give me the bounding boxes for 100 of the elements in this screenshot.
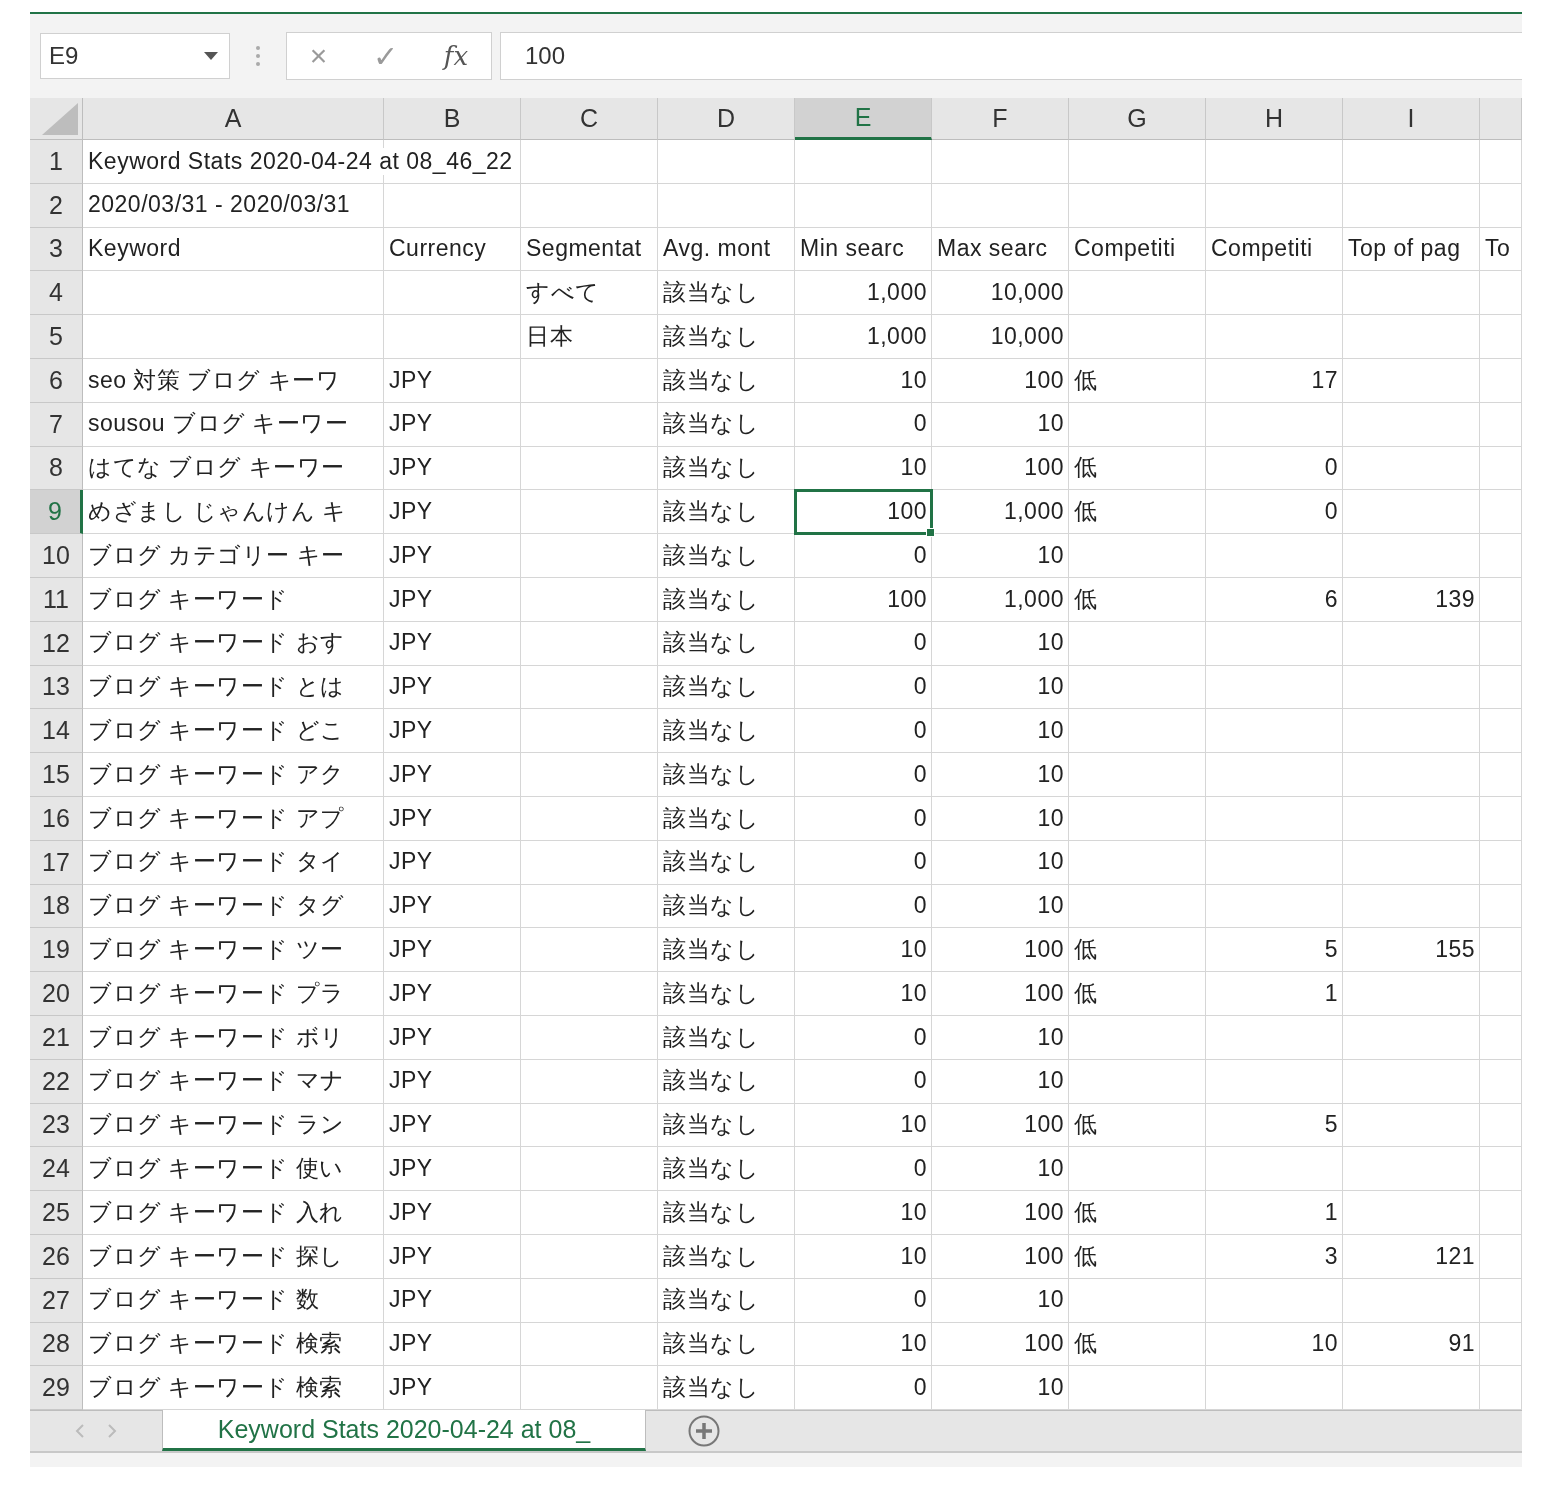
table-cell: 10 [795,1103,932,1148]
table-cell: 6 [1206,577,1343,622]
row-header[interactable]: 24 [30,1147,83,1192]
table-cell [1480,1147,1522,1192]
column-header[interactable]: G [1069,98,1206,140]
table-cell: 低 [1069,577,1206,622]
table-cell: 該当なし [658,1015,795,1060]
table-cell: 10 [795,972,932,1016]
table-cell: 0 [795,1015,932,1060]
drag-handle-icon[interactable] [254,45,262,67]
next-sheet-icon[interactable] [107,1423,117,1440]
row-header[interactable]: 22 [30,1059,83,1104]
row-header[interactable]: 21 [30,1015,83,1060]
table-cell: 1,000 [932,490,1069,535]
table-cell: ブログ キーワード 数 [83,1278,384,1323]
dropdown-caret-icon [203,51,219,61]
table-cell: 10,000 [932,315,1069,359]
table-cell: 100 [932,446,1069,491]
column-header[interactable]: B [384,98,521,140]
row-header[interactable]: 16 [30,796,83,841]
select-all-button[interactable] [30,98,83,140]
column-header[interactable]: A [83,98,384,140]
row-header[interactable]: 11 [30,577,83,622]
table-cell: 100 [932,972,1069,1016]
column-header[interactable]: H [1206,98,1343,140]
row-header[interactable]: 18 [30,884,83,929]
table-cell: 該当なし [658,665,795,710]
table-cell: 100 [932,359,1069,403]
table-cell: ブログ キーワード ツー [83,928,384,973]
table-cell: JPY [384,1322,521,1367]
table-cell: 該当なし [658,1191,795,1235]
insert-function-button[interactable]: fx [437,41,475,71]
table-cell: Competiti [1206,227,1343,272]
active-cell[interactable]: 100 [795,490,932,535]
table-cell: はてな ブログ キーワー [83,446,384,491]
column-header[interactable]: D [658,98,795,140]
table-cell: 該当なし [658,402,795,447]
table-cell: 10 [795,446,932,491]
column-header[interactable]: E [795,98,932,140]
row-header[interactable]: 3 [30,227,83,272]
row-header[interactable]: 1 [30,140,83,184]
row-header[interactable]: 28 [30,1322,83,1367]
table-cell: 5 [1206,928,1343,973]
table-cell: めざまし じゃんけん キ [83,490,384,535]
add-sheet-icon[interactable] [688,1415,720,1448]
column-header[interactable]: C [521,98,658,140]
row-header[interactable]: 29 [30,1366,83,1411]
select-all-triangle-icon [42,103,78,135]
table-cell: 10 [932,709,1069,754]
row-header[interactable]: 7 [30,402,83,447]
table-cell: 121 [1343,1234,1480,1279]
fill-handle[interactable] [926,528,935,538]
row-header[interactable]: 23 [30,1103,83,1148]
row-header[interactable]: 9 [30,490,83,535]
table-cell: 該当なし [658,1366,795,1411]
table-cell: 10 [795,359,932,403]
table-cell [1480,928,1522,973]
row-header[interactable]: 13 [30,665,83,710]
name-box[interactable]: E9 [40,33,230,79]
table-cell: 該当なし [658,796,795,841]
table-cell [1480,1278,1522,1323]
column-header[interactable]: I [1343,98,1480,140]
table-cell: 該当なし [658,446,795,491]
table-cell: JPY [384,972,521,1016]
row-header[interactable]: 8 [30,446,83,491]
table-cell: 該当なし [658,753,795,797]
previous-sheet-icon[interactable] [75,1423,85,1440]
table-cell: 10 [932,1059,1069,1104]
row-header[interactable]: 6 [30,359,83,403]
table-cell: JPY [384,884,521,929]
table-cell: ブログ キーワード とは [83,665,384,710]
table-cell [1480,753,1522,797]
table-cell: Currency [384,227,521,272]
row-header[interactable]: 20 [30,972,83,1016]
table-cell: 1,000 [795,315,932,359]
table-cell: 0 [795,1059,932,1104]
table-cell: 10 [795,1322,932,1367]
table-cell [1480,359,1522,403]
row-header[interactable]: 26 [30,1234,83,1279]
column-header[interactable]: F [932,98,1069,140]
table-cell: JPY [384,577,521,622]
row-header[interactable]: 25 [30,1191,83,1235]
row-header[interactable]: 17 [30,840,83,885]
table-cell: JPY [384,621,521,666]
table-cell: ブログ キーワード どこ [83,709,384,754]
formula-input[interactable]: 100 [500,32,1522,80]
row-header[interactable]: 4 [30,271,83,316]
table-cell: 低 [1069,972,1206,1016]
row-header[interactable]: 10 [30,534,83,578]
column-header[interactable] [1480,98,1522,140]
row-header[interactable]: 12 [30,621,83,666]
table-cell [1480,621,1522,666]
row-header[interactable]: 14 [30,709,83,754]
row-header[interactable]: 15 [30,753,83,797]
row-header[interactable]: 5 [30,315,83,359]
row-header[interactable]: 2 [30,183,83,228]
table-cell: 0 [795,796,932,841]
row-header[interactable]: 27 [30,1278,83,1323]
sheet-tab[interactable]: Keyword Stats 2020-04-24 at 08_ [162,1410,646,1452]
row-header[interactable]: 19 [30,928,83,973]
